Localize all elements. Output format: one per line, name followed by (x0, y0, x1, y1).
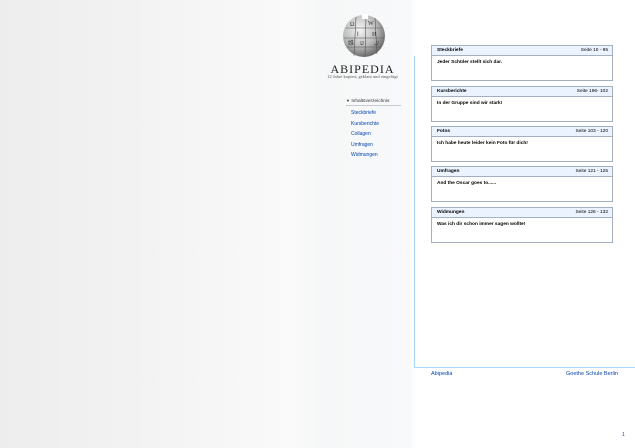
sidebar-item-widmungen[interactable]: Widmungen (351, 152, 378, 158)
sidebar-item-steckbriefe[interactable]: Steckbriefe (351, 110, 376, 116)
triangle-down-icon: ▼ (346, 98, 350, 103)
svg-text:ك: ك (374, 40, 379, 47)
svg-text:W: W (368, 21, 374, 27)
section-text: Jeder Schüler stellt sich dar. (437, 60, 503, 65)
section-pages: Seite 121 - 125 (575, 169, 608, 174)
toc-heading-label: Inhaltsverzeichnis (351, 99, 390, 104)
section-box-kursberichte: Kursberichte Seite 196- 102 In der Grupp… (431, 86, 613, 122)
svg-text:维: 维 (348, 39, 354, 47)
section-title[interactable]: Kursberichte (437, 89, 467, 94)
toc-divider (346, 105, 401, 106)
section-box-fotos: Fotos Seite 103 - 120 Ich habe heute lei… (431, 126, 613, 162)
page-number: 1 (622, 432, 625, 438)
toc-heading[interactable]: ▼ Inhaltsverzeichnis (346, 98, 402, 104)
content-border-left (414, 56, 415, 368)
content-border-bottom (415, 367, 635, 368)
yearbook-page: ΩW اИ 维שك Abipedia 12 Jahre kopiert, gek… (0, 0, 635, 448)
sidebar-item-umfragen[interactable]: Umfragen (351, 142, 373, 148)
section-header: Fotos Seite 103 - 120 (432, 127, 612, 137)
sidebar-item-collagen[interactable]: Collagen (351, 131, 371, 137)
section-header: Widmungen Seite 126 - 132 (432, 208, 612, 218)
section-header: Umfragen Seite 121 - 125 (432, 167, 612, 177)
sidebar-item-kursberichte[interactable]: Kursberichte (351, 121, 379, 127)
brand-subtitle: 12 Jahre kopiert, geklaut und eingefügt (327, 74, 398, 79)
section-title[interactable]: Umfragen (437, 169, 459, 174)
section-box-widmungen: Widmungen Seite 126 - 132 Was ich dir sc… (431, 207, 613, 243)
section-box-umfragen: Umfragen Seite 121 - 125 And the Oscar g… (431, 166, 613, 202)
section-header: Steckbriefe Seite 10 - 95 (432, 46, 612, 56)
globe-logo-icon: ΩW اИ 维שك (343, 14, 385, 58)
section-header: Kursberichte Seite 196- 102 (432, 87, 612, 97)
section-title[interactable]: Steckbriefe (437, 48, 463, 53)
section-pages: Seite 10 - 95 (580, 48, 608, 53)
section-pages: Seite 196- 102 (576, 89, 608, 94)
footer-school-link[interactable]: Goethe Schule Berlin (566, 371, 618, 377)
section-text: Was ich dir schon immer sagen wollte! (437, 222, 526, 227)
section-text: In der Gruppe sind wir stark! (437, 101, 503, 106)
section-box-steckbriefe: Steckbriefe Seite 10 - 95 Jeder Schüler … (431, 45, 613, 81)
section-text: Ich habe heute leider kein Foto für dich… (437, 141, 528, 146)
svg-text:И: И (372, 32, 377, 38)
footer-site-link[interactable]: Abipedia (431, 371, 452, 377)
svg-text:Ω: Ω (350, 22, 355, 28)
section-pages: Seite 103 - 120 (575, 129, 608, 134)
section-pages: Seite 126 - 132 (575, 210, 608, 215)
section-text: And the Oscar goes to...... (437, 181, 497, 186)
section-title[interactable]: Fotos (437, 129, 450, 134)
section-title[interactable]: Widmungen (437, 210, 464, 215)
